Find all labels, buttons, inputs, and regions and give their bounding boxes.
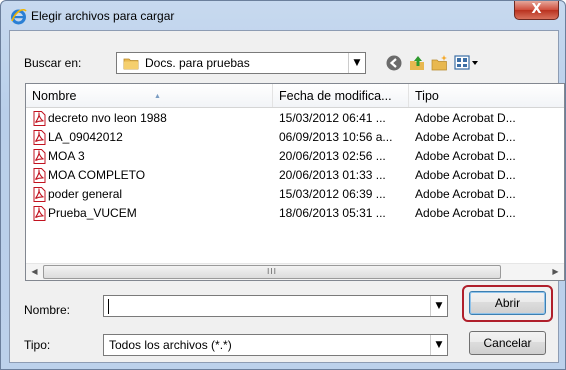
column-header-type[interactable]: Tipo <box>409 84 564 107</box>
file-type: Adobe Acrobat D... <box>415 149 516 163</box>
chevron-down-icon[interactable]: ▼ <box>348 53 365 73</box>
cancel-button[interactable]: Cancelar <box>469 331 546 355</box>
dialog-body: Buscar en: Docs. para pruebas ▼ Nombre ▲… <box>9 30 565 363</box>
file-date: 15/03/2012 06:39 ... <box>279 187 386 201</box>
back-arrow-icon[interactable] <box>385 54 403 72</box>
table-row[interactable]: MOA COMPLETO 20/06/2013 01:33 ... Adobe Ac… <box>26 166 564 185</box>
table-row[interactable]: LA_09042012 06/09/2013 10:56 a... Adobe Ac… <box>26 128 564 147</box>
pdf-file-icon <box>33 187 46 202</box>
file-name: decreto nvo leon 1988 <box>48 111 167 125</box>
file-list[interactable]: Nombre ▲ Fecha de modifica... Tipo decre… <box>25 83 565 281</box>
file-type: Adobe Acrobat D... <box>415 168 516 182</box>
view-menu-icon[interactable] <box>454 54 480 72</box>
scroll-right-icon[interactable]: ▶ <box>547 264 564 280</box>
lookin-value: Docs. para pruebas <box>145 56 250 70</box>
file-date: 06/09/2013 10:56 a... <box>279 130 393 144</box>
list-header: Nombre ▲ Fecha de modifica... Tipo <box>26 84 564 108</box>
filename-label: Nombre: <box>24 303 71 317</box>
horizontal-scrollbar[interactable]: ◀ III ▶ <box>26 263 564 280</box>
scroll-left-icon[interactable]: ◀ <box>26 264 43 280</box>
filetype-label: Tipo: <box>24 338 51 352</box>
column-header-date[interactable]: Fecha de modifica... <box>273 84 409 107</box>
folder-icon <box>123 58 139 70</box>
close-button[interactable]: X <box>514 1 559 20</box>
filename-combobox[interactable]: ▼ <box>103 295 448 317</box>
file-date: 20/06/2013 02:56 ... <box>279 149 386 163</box>
column-header-name[interactable]: Nombre ▲ <box>26 84 273 107</box>
lookin-combobox[interactable]: Docs. para pruebas ▼ <box>116 52 366 74</box>
file-rows: decreto nvo leon 1988 15/03/2012 06:41 ..… <box>26 109 564 223</box>
file-name: Prueba_VUCEM <box>48 206 137 220</box>
file-name: MOA 3 <box>48 149 85 163</box>
chevron-down-icon[interactable]: ▼ <box>430 335 447 355</box>
scroll-thumb[interactable]: III <box>43 265 501 279</box>
file-type: Adobe Acrobat D... <box>415 206 516 220</box>
sort-ascending-icon: ▲ <box>154 93 161 100</box>
filetype-select[interactable]: Todos los archivos (*.*) ▼ <box>103 334 448 356</box>
title-bar[interactable]: Elegir archivos para cargar X <box>1 1 565 29</box>
file-date: 20/06/2013 01:33 ... <box>279 168 386 182</box>
pdf-file-icon <box>33 168 46 183</box>
file-date: 15/03/2012 06:41 ... <box>279 111 386 125</box>
table-row[interactable]: MOA 3 20/06/2013 02:56 ... Adobe Acrobat D… <box>26 147 564 166</box>
lookin-label: Buscar en: <box>24 56 82 70</box>
file-name: poder general <box>48 187 123 201</box>
pdf-file-icon <box>33 206 46 221</box>
file-type: Adobe Acrobat D... <box>415 130 516 144</box>
table-row[interactable]: poder general 15/03/2012 06:39 ... Adobe A… <box>26 185 564 204</box>
pdf-file-icon <box>33 149 46 164</box>
file-name: LA_09042012 <box>48 130 123 144</box>
file-type: Adobe Acrobat D... <box>415 111 516 125</box>
window-title: Elegir archivos para cargar <box>31 9 175 23</box>
table-row[interactable]: decreto nvo leon 1988 15/03/2012 06:41 ..… <box>26 109 564 128</box>
new-folder-icon[interactable] <box>431 54 449 72</box>
file-name: MOA COMPLETO <box>48 168 146 182</box>
pdf-file-icon <box>33 111 46 126</box>
internet-explorer-icon <box>11 8 27 25</box>
table-row[interactable]: Prueba_VUCEM 18/06/2013 05:31 ... Adobe Ac… <box>26 204 564 223</box>
up-folder-icon[interactable] <box>408 54 426 72</box>
pdf-file-icon <box>33 130 46 145</box>
file-open-dialog: Elegir archivos para cargar X Buscar en:… <box>0 0 566 370</box>
file-type: Adobe Acrobat D... <box>415 187 516 201</box>
chevron-down-icon[interactable]: ▼ <box>430 296 447 316</box>
column-header-name-label: Nombre <box>32 89 77 103</box>
filetype-value: Todos los archivos (*.*) <box>109 338 232 352</box>
open-button[interactable]: Abrir <box>469 291 546 315</box>
file-date: 18/06/2013 05:31 ... <box>279 206 386 220</box>
text-caret <box>108 299 109 314</box>
